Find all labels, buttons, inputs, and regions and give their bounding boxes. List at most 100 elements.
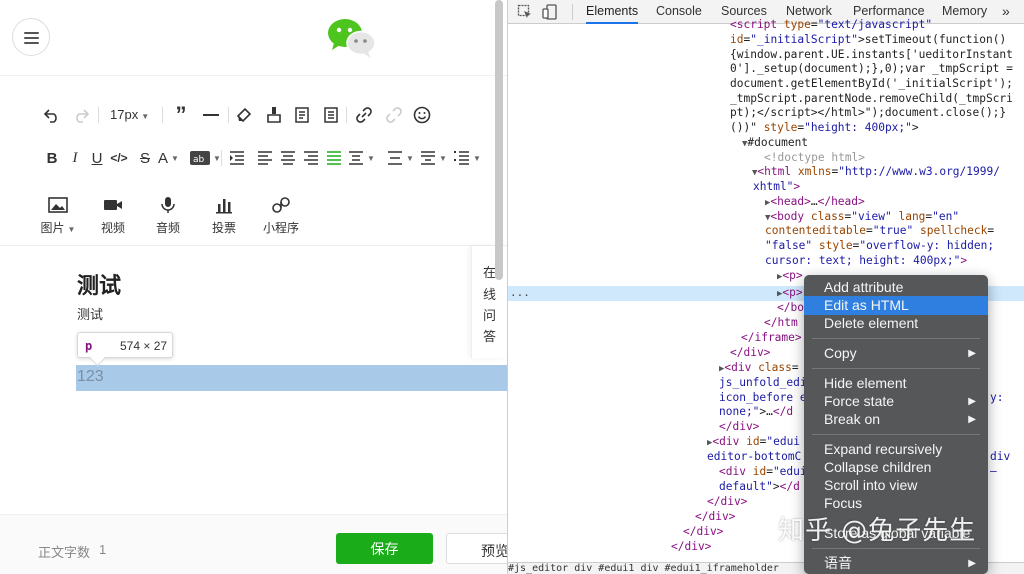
- dom-line[interactable]: ▶<div id="edui: [707, 435, 800, 451]
- insert-audio-button[interactable]: 音频: [146, 196, 190, 236]
- node-actions-ellipsis[interactable]: ...: [510, 286, 530, 301]
- undo-icon[interactable]: [43, 103, 61, 127]
- emoji-icon[interactable]: [413, 103, 431, 127]
- code-icon[interactable]: </>: [110, 146, 128, 170]
- dom-line[interactable]: y:: [990, 391, 1003, 406]
- letter-spacing-icon[interactable]: ▼: [420, 146, 447, 170]
- menu-item-collapse-children[interactable]: Collapse children: [804, 458, 988, 477]
- device-toolbar-icon[interactable]: [542, 4, 558, 20]
- indent-icon[interactable]: [228, 146, 246, 170]
- menu-button[interactable]: [12, 18, 50, 56]
- dom-line[interactable]: js_unfold_edi: [719, 376, 807, 391]
- tab-memory[interactable]: Memory: [942, 0, 987, 24]
- dom-line[interactable]: </div>: [730, 346, 770, 361]
- tab-console[interactable]: Console: [656, 0, 702, 24]
- dom-line[interactable]: <div id="edui: [719, 465, 807, 480]
- dom-line[interactable]: pt);</script></html>");document.close();…: [730, 106, 1006, 121]
- dom-line[interactable]: ▼#document: [742, 136, 808, 152]
- bold-icon[interactable]: B: [43, 146, 61, 170]
- dom-line[interactable]: –: [990, 465, 997, 480]
- dom-line[interactable]: 0']._setup(document);},0);var _tmpScript…: [730, 62, 1013, 77]
- insert-image-button[interactable]: 图片 ▼: [36, 196, 80, 236]
- menu-item-scroll-into-view[interactable]: Scroll into view: [804, 476, 988, 495]
- paragraph-spacing-icon[interactable]: ▼: [348, 146, 375, 170]
- align-right-icon[interactable]: [302, 146, 320, 170]
- dom-line[interactable]: {window.parent.UE.instants['ueditorInsta…: [730, 48, 1013, 63]
- dom-line[interactable]: ▶<p>: [777, 286, 803, 302]
- strikethrough-icon[interactable]: S: [136, 146, 154, 170]
- insert-miniprogram-label: 小程序: [262, 221, 299, 235]
- align-center-icon[interactable]: [279, 146, 297, 170]
- insert-vote-button[interactable]: 投票: [202, 196, 246, 236]
- tab-elements[interactable]: Elements: [586, 0, 639, 24]
- background-color-icon[interactable]: ab ▼: [190, 146, 221, 170]
- align-left-icon[interactable]: [256, 146, 274, 170]
- eraser-icon[interactable]: [235, 103, 253, 127]
- dom-line[interactable]: </div>: [695, 510, 735, 525]
- save-button[interactable]: 保存: [336, 533, 433, 564]
- format-painter-icon[interactable]: [265, 103, 283, 127]
- document-icon[interactable]: [322, 103, 340, 127]
- dom-line[interactable]: ▶<head>…</head>: [765, 195, 865, 211]
- dom-line[interactable]: none;">…</d: [719, 405, 793, 420]
- dom-line[interactable]: </iframe>: [741, 331, 802, 346]
- link-icon[interactable]: [355, 103, 373, 127]
- list-icon[interactable]: ▼: [454, 146, 481, 170]
- menu-item-hide-element[interactable]: Hide element: [804, 374, 988, 393]
- insert-miniprogram-button[interactable]: 小程序: [259, 196, 303, 236]
- menu-item-delete-element[interactable]: Delete element: [804, 314, 988, 333]
- more-tabs-button[interactable]: »: [1002, 0, 1010, 24]
- editor-content[interactable]: 测试 测试 123 p 574 × 27 在 线 问 答: [0, 246, 507, 514]
- dom-line[interactable]: document.getElementById('_initialScript'…: [730, 77, 1013, 92]
- dom-line[interactable]: "false" style="overflow-y: hidden;: [765, 239, 994, 254]
- menu-item-force-state[interactable]: Force state ▶: [804, 392, 988, 411]
- menu-item-edit-as-html[interactable]: Edit as HTML: [804, 296, 988, 315]
- dom-line[interactable]: div: [990, 450, 1010, 465]
- dom-line[interactable]: <script type="text/javascript": [730, 18, 932, 33]
- dom-line[interactable]: </div>: [683, 525, 723, 540]
- insert-video-button[interactable]: 视频: [91, 196, 135, 236]
- dom-line[interactable]: </div>: [719, 420, 759, 435]
- template-icon[interactable]: [293, 103, 311, 127]
- paragraph[interactable]: 测试: [77, 304, 103, 323]
- horizontal-rule-icon[interactable]: [202, 103, 220, 127]
- video-icon: [104, 200, 122, 210]
- dom-line[interactable]: cursor: text; height: 400px;">: [765, 254, 967, 269]
- dom-line[interactable]: contenteditable="true" spellcheck=: [765, 224, 994, 239]
- article-title[interactable]: 测试: [77, 268, 121, 300]
- italic-icon[interactable]: I: [66, 146, 84, 170]
- menu-item-break-on[interactable]: Break on ▶: [804, 410, 988, 429]
- dom-line[interactable]: </bo: [777, 301, 804, 316]
- dom-line[interactable]: icon_before e: [719, 391, 807, 406]
- editor-scrollbar[interactable]: [495, 0, 503, 280]
- font-size-select[interactable]: 17px ▼: [110, 107, 149, 122]
- inspect-element-icon[interactable]: [517, 4, 533, 20]
- dom-line[interactable]: ())" style="height: 400px;">: [730, 121, 919, 136]
- dom-line[interactable]: id="_initialScript">setTimeout(function(…: [730, 33, 1006, 48]
- redo-icon[interactable]: [72, 103, 90, 127]
- dom-line[interactable]: <!doctype html>: [764, 151, 865, 166]
- align-justify-icon[interactable]: [325, 146, 343, 170]
- dom-line[interactable]: </div>: [671, 540, 711, 555]
- menu-item-expand-recursively[interactable]: Expand recursively: [804, 440, 988, 459]
- paragraph[interactable]: 123: [77, 368, 104, 386]
- underline-icon[interactable]: U: [88, 146, 106, 170]
- font-color-icon[interactable]: A ▼: [158, 146, 179, 170]
- dom-line[interactable]: editor-bottomC: [707, 450, 801, 465]
- menu-item-speech[interactable]: 语音 ▶: [804, 554, 988, 573]
- menu-item-add-attribute[interactable]: Add attribute: [804, 278, 988, 297]
- dom-line[interactable]: xhtml">: [753, 180, 800, 195]
- dom-line[interactable]: ▶<div class=: [719, 361, 799, 377]
- dom-line[interactable]: ▼<html xmlns="http://www.w3.org/1999/: [752, 165, 1000, 181]
- preview-button[interactable]: 预览: [446, 533, 507, 564]
- dom-line[interactable]: ▶<p>: [777, 269, 803, 285]
- line-height-icon[interactable]: ▼: [387, 146, 414, 170]
- dom-line[interactable]: default"></d: [719, 480, 800, 495]
- unlink-icon[interactable]: [385, 103, 403, 127]
- dom-line[interactable]: _tmpScript.parentNode.removeChild(_tmpSc…: [730, 92, 1013, 107]
- menu-item-copy[interactable]: Copy ▶: [804, 344, 988, 363]
- dom-line[interactable]: </div>: [707, 495, 747, 510]
- chevron-down-icon: ▼: [367, 153, 375, 163]
- dom-line[interactable]: </htm: [764, 316, 798, 331]
- blockquote-icon[interactable]: ”: [172, 102, 190, 127]
